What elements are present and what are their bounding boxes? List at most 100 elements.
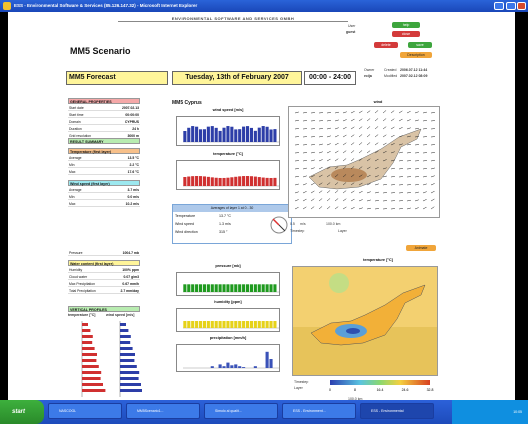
description-button[interactable]: Description xyxy=(400,52,432,58)
delete-button[interactable]: delete xyxy=(374,42,398,48)
wind-arrow xyxy=(318,198,323,202)
wind-arrow xyxy=(398,160,403,162)
temperature-legend: 0 8 16.4 24.6 32.8 xyxy=(329,380,433,392)
kv-value: 13.5 °C xyxy=(127,156,139,160)
temperature-bar xyxy=(273,177,277,186)
humidity-bar xyxy=(202,321,206,328)
wind-arrow xyxy=(358,190,363,194)
help-button[interactable]: help xyxy=(392,22,420,28)
wind-map[interactable] xyxy=(288,106,440,218)
browser-icon xyxy=(3,2,11,10)
wind-arrow xyxy=(302,120,307,122)
wind-arrow xyxy=(366,142,371,146)
wind-arrow xyxy=(430,175,435,178)
wind-arrow xyxy=(326,143,331,146)
kv-value: 0.07 g/m3 xyxy=(123,275,139,279)
wind-arrow xyxy=(366,110,371,114)
averages-panel: Averages of layer 1 at 0 - 30 Temperatur… xyxy=(172,204,292,244)
animate-button[interactable]: Animate xyxy=(406,245,436,251)
humidity-bar xyxy=(257,321,261,328)
wind-arrow xyxy=(334,135,339,138)
profile-bar xyxy=(120,383,141,386)
wind-speed-bar xyxy=(222,127,226,142)
wind-arrow xyxy=(406,207,411,210)
wind-vector-field xyxy=(294,110,436,210)
wind-speed-bar xyxy=(214,127,218,142)
humidity-bar xyxy=(218,321,222,328)
minimize-button[interactable] xyxy=(494,2,504,10)
wind-arrow xyxy=(334,111,339,114)
wind-arrow xyxy=(302,112,307,114)
wind-speed-bar xyxy=(210,126,214,142)
taskbar-task[interactable]: Simolo al qualit... xyxy=(204,403,278,419)
pressure-bar xyxy=(230,284,234,292)
wind-arrow xyxy=(390,126,395,130)
precipitation-chart-title: precipitation [mm/h] xyxy=(209,336,247,340)
wind-arrow xyxy=(342,134,347,138)
kv-row: Domain CYPRUS xyxy=(68,119,140,125)
wind-arrow xyxy=(294,191,299,194)
wind-arrow xyxy=(342,190,347,194)
wind-arrow xyxy=(398,168,403,170)
taskbar: start NASCOGL MM5Scenario1... Simolo al qu… xyxy=(0,400,528,424)
wind-speed-chart-title: wind speed [m/s] xyxy=(212,108,244,112)
wind-speed-bar xyxy=(257,127,261,142)
taskbar-task[interactable]: ESS - Environmental xyxy=(360,403,434,419)
precipitation-bar xyxy=(253,366,257,368)
close-button[interactable]: close xyxy=(392,31,420,37)
temperature-bar xyxy=(238,176,242,186)
wind-arrow xyxy=(310,198,315,202)
precipitation-bar xyxy=(238,366,242,368)
wind-arrow xyxy=(334,198,339,202)
wind-arrow xyxy=(422,199,427,202)
wind-arrow xyxy=(406,127,411,130)
kv-row: Humidity 100% ppm xyxy=(68,267,140,273)
wind-arrow xyxy=(406,192,411,194)
kv-row: Min 2.2 °C xyxy=(68,162,140,168)
wind-arrow xyxy=(326,151,331,154)
wind-arrow xyxy=(406,152,411,154)
temperature-bar xyxy=(230,177,234,186)
kv-value: 10.2 m/s xyxy=(125,202,139,206)
wind-arrow xyxy=(310,136,315,138)
wind-speed-bar xyxy=(269,129,273,142)
wind-arrow xyxy=(326,158,331,162)
humidity-bar xyxy=(191,321,195,328)
maximize-button[interactable] xyxy=(506,2,516,10)
pressure-bar xyxy=(273,284,277,292)
wind-arrow xyxy=(342,150,347,154)
pressure-bar xyxy=(214,284,218,292)
wind-arrow xyxy=(422,175,427,178)
temperature-map[interactable] xyxy=(292,266,438,376)
profile-bar xyxy=(82,353,97,356)
wind-speed-bar xyxy=(183,131,187,142)
kv-label: Max xyxy=(69,202,76,206)
wind-speed-chart xyxy=(176,116,280,146)
taskbar-task[interactable]: NASCOGL xyxy=(48,403,122,419)
profile-bar xyxy=(120,347,133,350)
wind-arrow xyxy=(294,199,299,202)
kv-value: 2.2 °C xyxy=(129,163,139,167)
save-button[interactable]: save xyxy=(408,42,432,48)
taskbar-task[interactable]: ESS - Environment... xyxy=(282,403,356,419)
wind-arrow xyxy=(334,119,339,122)
pressure-row: Pressure 1004.7 mb xyxy=(68,250,140,256)
wind-arrow xyxy=(430,112,435,114)
humidity-bar xyxy=(187,321,191,328)
kv-label: Start date xyxy=(69,106,84,110)
close-window-button[interactable] xyxy=(517,2,526,10)
user-label: User xyxy=(348,24,356,28)
browser-window: ESS - Environmental Software & Services … xyxy=(0,0,528,424)
wind-arrow xyxy=(374,142,379,146)
vertical-temperature-label: temperature [°C] xyxy=(68,313,96,317)
taskbar-task[interactable]: MM5Scenario1... xyxy=(126,403,200,419)
wind-arrow xyxy=(310,182,315,186)
temperature-map-title: temperature [°C] xyxy=(363,258,393,262)
forecast-date: Tuesday, 13th of February 2007 xyxy=(172,71,302,85)
wind-arrow xyxy=(358,118,363,122)
start-button[interactable]: start xyxy=(0,400,44,424)
pressure-bar xyxy=(206,284,210,292)
wind-speed-bar xyxy=(273,129,277,142)
precipitation-bar xyxy=(210,366,214,368)
wind-arrow xyxy=(430,198,435,202)
